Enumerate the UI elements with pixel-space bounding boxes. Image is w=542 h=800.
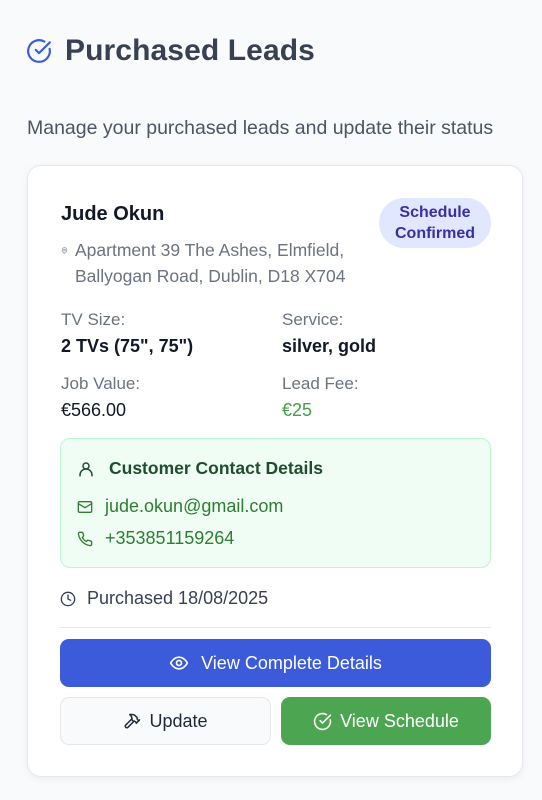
tv-size-value: 2 TVs (75", 75") [61, 336, 194, 356]
contact-title-text: Customer Contact Details [109, 458, 323, 478]
contact-email[interactable]: jude.okun@gmail.com [105, 496, 283, 517]
user-icon [77, 460, 95, 478]
service-value: silver, gold [282, 336, 377, 356]
contact-details-box: Customer Contact Details jude.okun@gmail… [60, 438, 491, 568]
phone-icon [77, 531, 93, 547]
view-complete-details-label: View Complete Details [201, 652, 382, 673]
purchased-date: Purchased 18/08/2025 [60, 588, 268, 609]
lead-card: Jude Okun Schedule Confirmed Apartment 3… [27, 165, 523, 777]
service-label: Service: [282, 310, 344, 329]
eye-icon [169, 653, 189, 673]
job-value: €566.00 [61, 400, 127, 420]
status-badge: Schedule Confirmed [379, 198, 491, 248]
update-button[interactable]: Update [60, 697, 271, 745]
map-pin-icon [61, 237, 68, 289]
circle-check-icon [313, 712, 332, 731]
page-title: Purchased Leads [65, 34, 315, 67]
status-badge-line2: Confirmed [395, 225, 475, 242]
circle-check-icon [26, 38, 52, 64]
update-label: Update [149, 710, 208, 731]
view-schedule-label: View Schedule [340, 710, 459, 731]
tv-size-label: TV Size: [61, 310, 126, 329]
contact-phone[interactable]: +353851159264 [105, 528, 234, 549]
view-complete-details-button[interactable]: View Complete Details [60, 639, 491, 687]
contact-details-title: Customer Contact Details [77, 458, 323, 479]
lead-fee-label: Lead Fee: [282, 374, 359, 393]
address-text: Apartment 39 The Ashes, Elmfield, Ballyo… [75, 240, 346, 286]
divider [60, 627, 491, 628]
contact-email-row[interactable]: jude.okun@gmail.com [77, 496, 283, 517]
mail-icon [77, 499, 93, 515]
lead-address: Apartment 39 The Ashes, Elmfield, Ballyo… [61, 237, 375, 289]
job-value-label: Job Value: [61, 374, 141, 393]
purchased-text: Purchased 18/08/2025 [87, 588, 269, 608]
lead-name: Jude Okun [61, 203, 165, 225]
page-subtitle: Manage your purchased leads and update t… [27, 117, 494, 139]
clock-icon [60, 591, 76, 607]
hammer-icon [123, 712, 141, 730]
contact-phone-row[interactable]: +353851159264 [77, 528, 234, 549]
view-schedule-button[interactable]: View Schedule [281, 697, 491, 745]
status-badge-line1: Schedule [399, 204, 471, 221]
lead-fee-value: €25 [282, 400, 313, 420]
page-header: Purchased Leads [26, 34, 315, 68]
